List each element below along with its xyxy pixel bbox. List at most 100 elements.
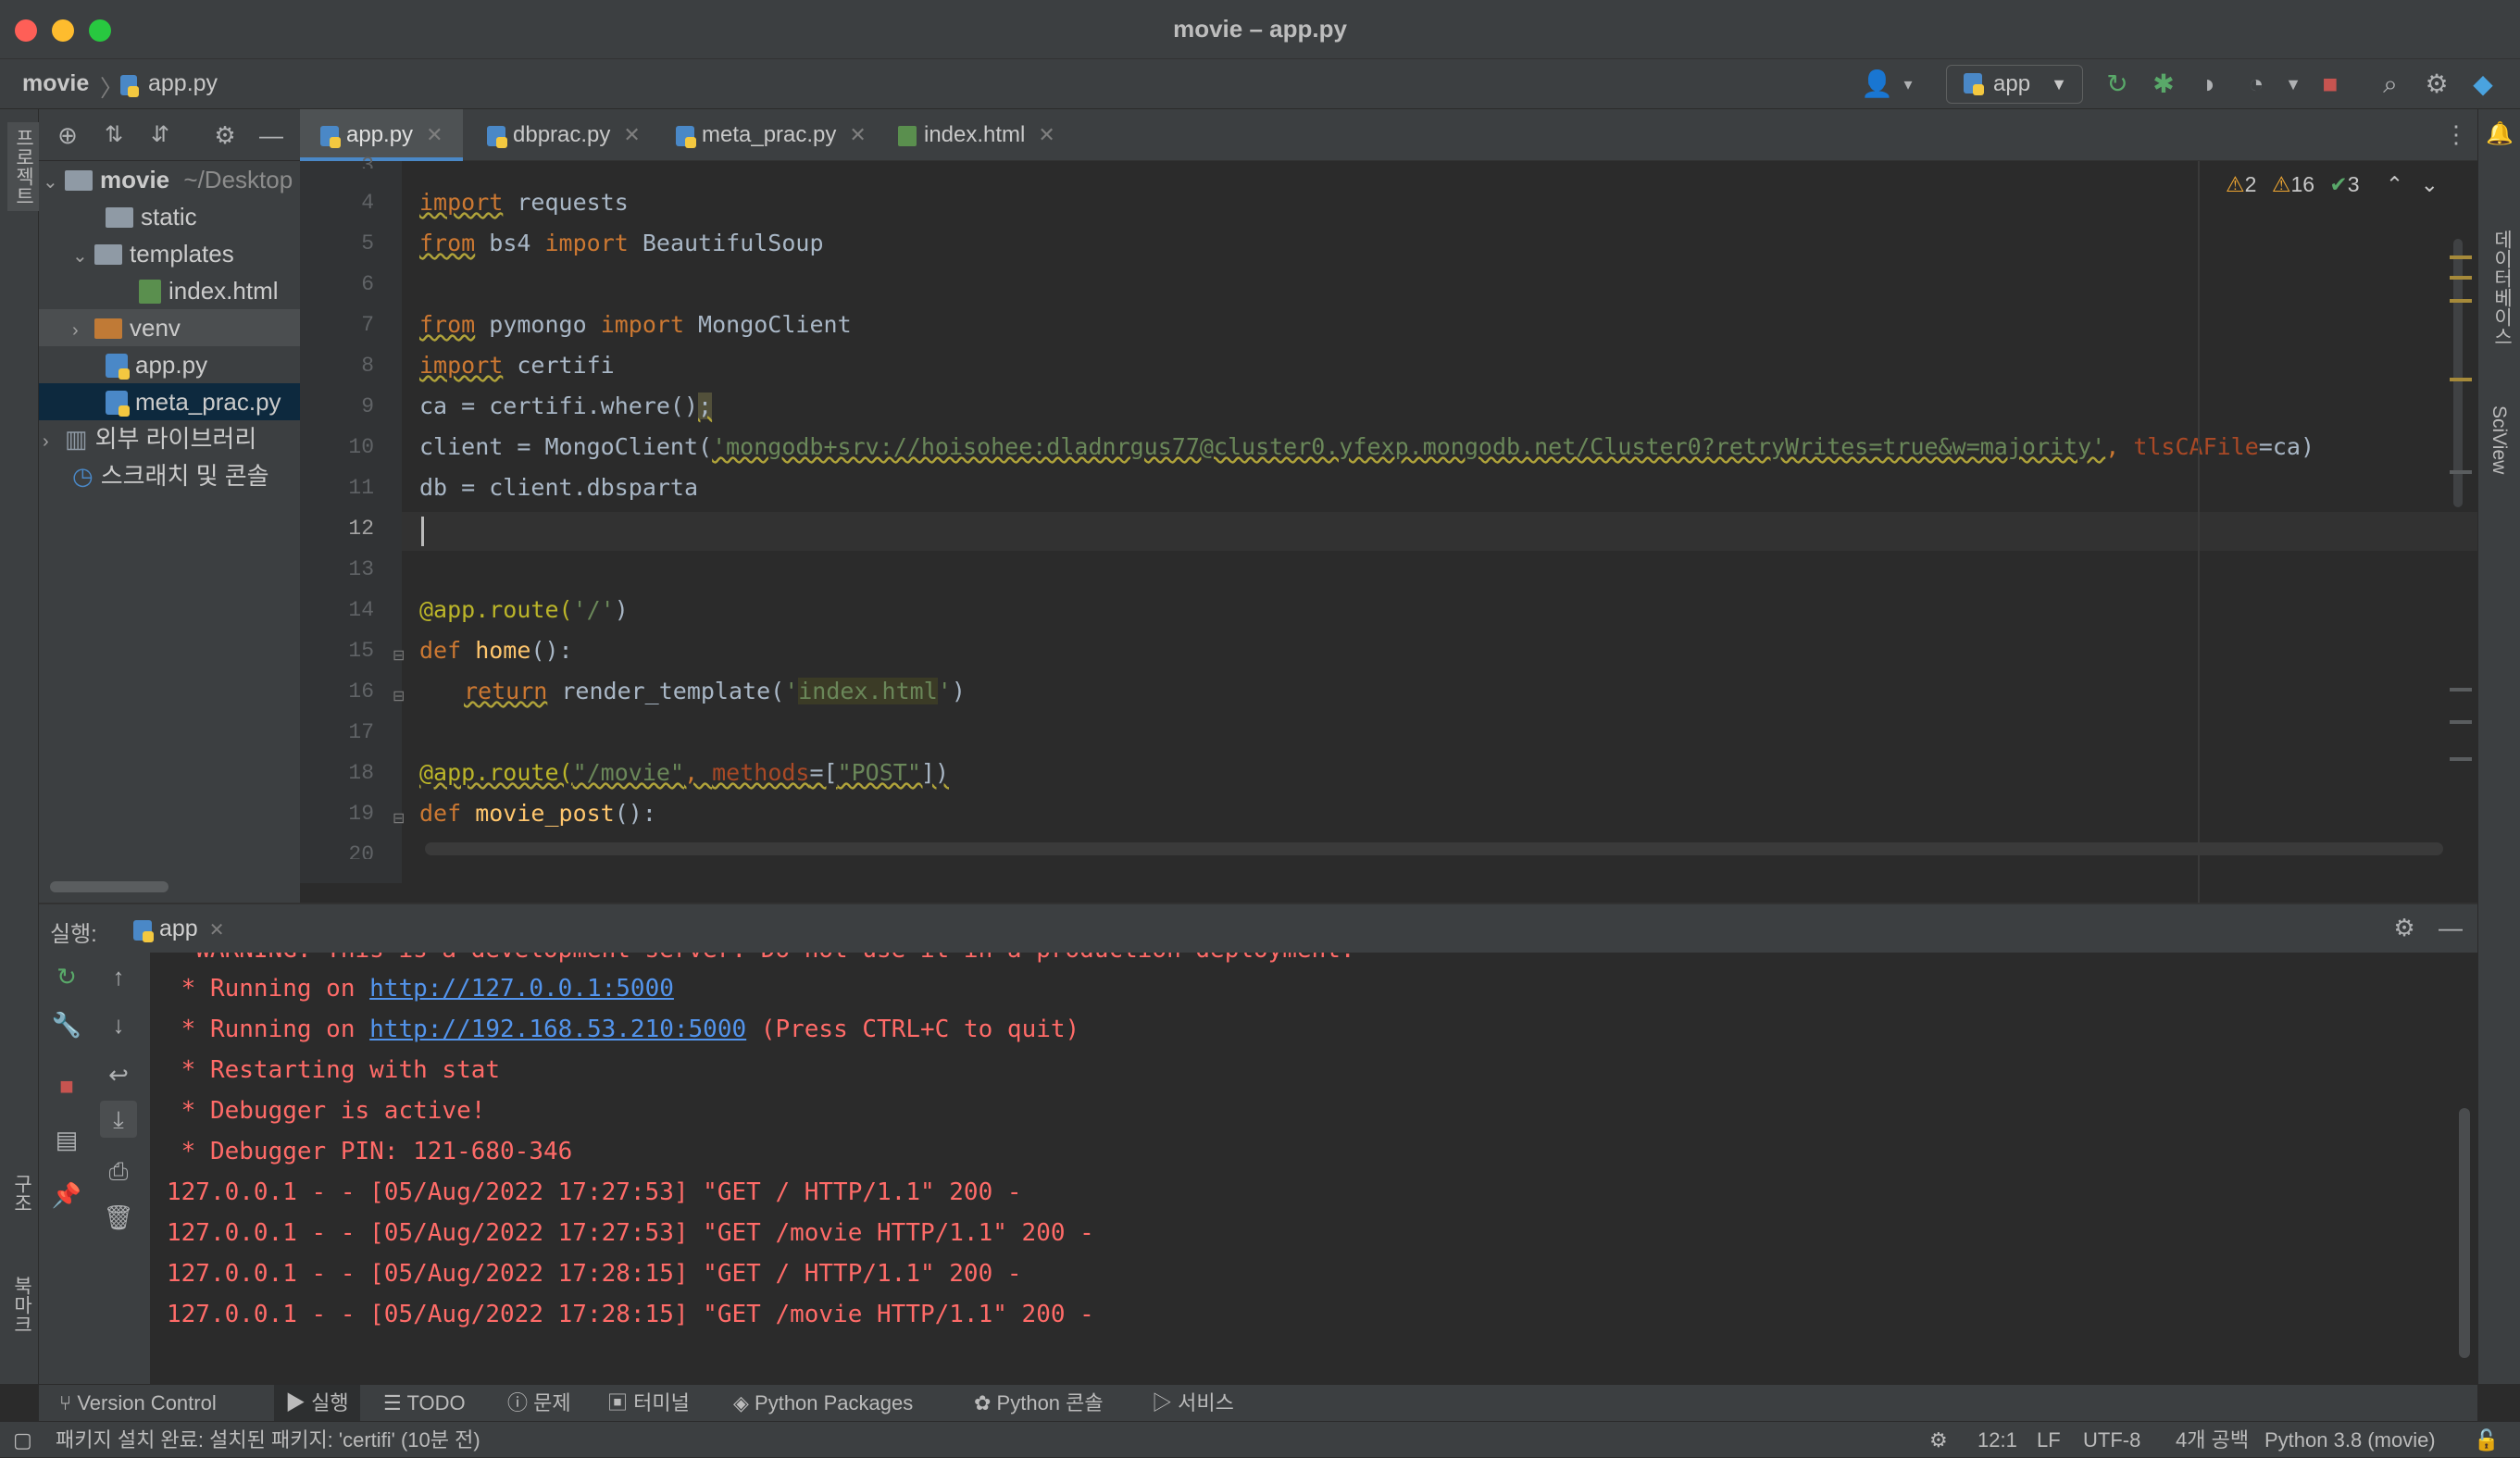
caret-position[interactable]: 12:1 [1977,1422,2017,1458]
console-link[interactable]: http://127.0.0.1:5000 [369,975,674,1003]
gear-icon[interactable]: ⚙ [2421,69,2452,100]
python-interpreter[interactable]: Python 3.8 (movie) [2264,1422,2436,1458]
notifications-icon[interactable]: 🔔 [2484,118,2515,150]
search-icon[interactable]: ⌕ [2375,69,2406,100]
code-line-9[interactable]: ca = certifi.where(); [419,393,713,419]
tree-item-index-html[interactable]: index.html [39,272,300,309]
soft-wrap-icon[interactable]: ↩ [100,1056,137,1093]
code-line-10[interactable]: client = MongoClient('mongodb+srv://hois… [419,433,2314,460]
console-scrollbar[interactable] [2459,1108,2470,1358]
collapse-all-icon[interactable]: ⇵ [144,119,176,151]
chevron-right-icon[interactable]: › [43,423,65,457]
tab-meta-prac-py[interactable]: meta_prac.py ✕ [655,109,874,161]
stop-icon[interactable]: ■ [48,1067,85,1104]
rerun-icon[interactable]: ↻ [2102,69,2133,100]
wrench-icon[interactable]: 🔧 [48,1006,85,1043]
tab-python-packages[interactable]: ◈ Python Packages [733,1385,913,1422]
tab-app-py[interactable]: app.py ✕ [300,109,463,161]
breadcrumb-project[interactable]: movie [22,70,89,97]
code-line-14[interactable]: @app.route('/') [419,596,629,623]
editor-horizontal-scrollbar[interactable] [425,842,2443,855]
code-line-8[interactable]: import certifi [419,352,615,379]
print-icon[interactable]: ⎙ [100,1153,137,1190]
chevron-down-icon[interactable]: ▾ [1892,69,1924,100]
tab-index-html[interactable]: index.html ✕ [878,109,1063,161]
run-tab-app[interactable]: app ✕ [133,916,224,942]
code-line-15[interactable]: def home(): [419,637,573,664]
sciview-tool-button[interactable]: SciView [2488,405,2510,474]
tab-run[interactable]: ▶ 실행 [274,1385,360,1422]
tab-problems[interactable]: ⓘ 문제 [507,1385,571,1422]
chevron-down-icon[interactable]: ⌄ [2421,172,2439,196]
close-tab-icon[interactable]: ✕ [623,123,640,146]
panel-toggle-icon[interactable]: ▢ [13,1422,32,1458]
close-tab-icon[interactable]: ✕ [426,123,443,146]
close-tab-icon[interactable]: ✕ [1038,123,1054,146]
chevron-down-icon[interactable]: ▼ [2277,69,2309,100]
run-config-selector[interactable]: app ▼ [1946,65,2083,104]
tree-item-external-libraries[interactable]: › ▥ 외부 라이브러리 [39,420,300,457]
tree-item-static[interactable]: static [39,198,300,235]
chevron-down-icon[interactable]: ⌄ [43,164,65,198]
close-tab-icon[interactable]: ✕ [849,123,866,146]
bookmarks-tool-button[interactable]: 북마크 [7,1276,35,1334]
project-tool-button[interactable]: 프로젝트 [7,122,39,211]
arrow-down-icon[interactable]: ↓ [100,1006,137,1043]
coverage-icon[interactable]: ◗ [2194,69,2226,100]
debug-icon[interactable]: ✱ [2148,69,2179,100]
fold-icon[interactable]: ⊟ [393,646,405,665]
tab-python-console[interactable]: ✿ Python 콘솔 [974,1385,1104,1422]
stop-icon[interactable]: ■ [2314,69,2346,100]
tree-item-meta-prac[interactable]: meta_prac.py [39,383,300,420]
tree-item-app-py[interactable]: app.py [39,346,300,383]
horizontal-scrollbar[interactable] [50,881,168,892]
trash-icon[interactable]: 🗑 [100,1199,137,1236]
chevron-down-icon[interactable]: ⌄ [72,238,94,272]
profile-icon[interactable]: ◔ [2240,69,2272,100]
gear-icon[interactable]: ⚙ [209,119,241,151]
user-icon[interactable]: 👤 [1861,69,1893,100]
line-separator[interactable]: LF [2037,1422,2061,1458]
status-message[interactable]: 패키지 설치 완료: 설치된 패키지: 'certifi' (10분 전) [56,1422,480,1458]
hide-icon[interactable]: — [256,119,287,151]
rerun-icon[interactable]: ↻ [48,958,85,995]
hide-icon[interactable]: — [2435,912,2466,943]
console-output[interactable]: WARNING: This is a development server. D… [150,953,2459,1386]
close-tab-icon[interactable]: ✕ [209,920,225,941]
tree-item-venv[interactable]: › venv [39,309,300,346]
chevron-up-icon[interactable]: ⌃ [2386,172,2403,196]
database-tool-button[interactable]: 데이터베이스 [2488,230,2515,346]
tab-todo[interactable]: ☰ TODO [383,1385,466,1422]
tree-item-templates[interactable]: ⌄ templates [39,235,300,272]
code-line-11[interactable]: db = client.dbsparta [419,474,698,501]
tab-services[interactable]: ▷ 서비스 [1152,1385,1234,1422]
code-line-18[interactable]: @app.route("/movie", methods=["POST"]) [419,759,949,786]
layout-icon[interactable]: ▤ [48,1121,85,1158]
inspection-widget[interactable]: ⚠2 ⚠16 ✔3 ⌃ ⌄ [2226,172,2439,197]
tree-item-scratches[interactable]: ◷ 스크래치 및 콘솔 [39,457,300,494]
git-icon[interactable]: ⚙ [1929,1422,1948,1458]
console-link[interactable]: http://192.168.53.210:5000 [369,1016,746,1043]
code-line-5[interactable]: from bs4 import BeautifulSoup [419,230,824,256]
gear-icon[interactable]: ⚙ [2389,912,2420,943]
tree-item-movie[interactable]: ⌄ movie ~/Desktop [39,161,300,198]
more-tabs-icon[interactable]: ⋮ [2440,118,2472,150]
arrow-up-icon[interactable]: ↑ [100,958,137,995]
expand-all-icon[interactable]: ⇅ [98,119,130,151]
code-line-16[interactable]: return render_template('index.html') [464,678,966,704]
breadcrumb-file[interactable]: app.py [148,70,218,97]
pin-icon[interactable]: 📌 [48,1177,85,1214]
indent-setting[interactable]: 4개 공백 [2176,1422,2249,1458]
code-line-4[interactable]: import requests [419,189,629,216]
code-line-7[interactable]: from pymongo import MongoClient [419,311,852,338]
code-line-19[interactable]: def movie_post(): [419,800,656,827]
jetbrains-logo-icon[interactable]: ◆ [2467,69,2499,100]
tab-dbprac-py[interactable]: dbprac.py ✕ [467,109,652,161]
scroll-to-end-icon[interactable]: ⤓ [100,1101,137,1138]
lock-icon[interactable]: 🔓 [2474,1422,2499,1458]
fold-icon[interactable]: ⊟ [393,687,405,705]
fold-icon[interactable]: ⊟ [393,809,405,828]
chevron-right-icon[interactable]: › [72,312,94,346]
tab-version-control[interactable]: ⑂ Version Control [59,1385,217,1422]
structure-tool-button[interactable]: 구조 [7,1174,35,1213]
